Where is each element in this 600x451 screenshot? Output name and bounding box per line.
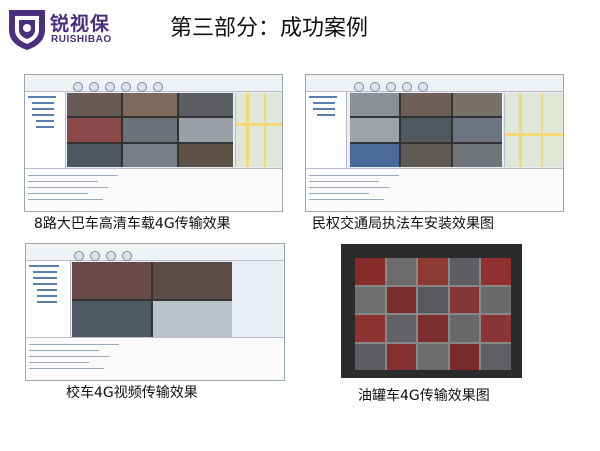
case-screenshot-school-bus — [25, 243, 285, 381]
logo-chinese-name: 锐视保 — [50, 13, 111, 35]
case-caption-school-bus: 校车4G视频传输效果 — [66, 385, 198, 401]
toolbar-button — [370, 82, 380, 92]
map-panel — [504, 93, 563, 167]
map-panel — [235, 93, 282, 167]
case-caption-law-enforcement: 民权交通局执法车安装效果图 — [312, 216, 494, 232]
app-toolbar — [306, 81, 563, 92]
toolbar-button — [106, 251, 116, 261]
app-toolbar — [25, 81, 282, 92]
brand-logo: 锐视保 RUISHIBAO — [6, 6, 146, 52]
video-wall-grid — [355, 258, 511, 370]
toolbar-button — [137, 82, 147, 92]
case-photo-tanker-video-wall — [341, 244, 522, 378]
info-panel — [25, 168, 282, 211]
device-tree — [26, 261, 71, 338]
toolbar-button — [90, 251, 100, 261]
video-grid — [72, 262, 232, 338]
slide-title: 第三部分：成功案例 — [170, 16, 369, 41]
toolbar-button — [73, 82, 83, 92]
toolbar-button — [74, 251, 84, 261]
logo-english-name: RUISHIBAO — [51, 34, 112, 45]
toolbar-button — [386, 82, 396, 92]
case-caption-tanker: 油罐车4G传输效果图 — [358, 388, 490, 404]
info-panel — [26, 337, 284, 380]
case-screenshot-bus — [24, 74, 283, 212]
info-panel — [306, 168, 563, 211]
case-screenshot-law-enforcement — [305, 74, 564, 212]
device-tree — [306, 92, 347, 169]
toolbar-button — [418, 82, 428, 92]
toolbar-button — [122, 251, 132, 261]
toolbar-button — [105, 82, 115, 92]
toolbar-button — [89, 82, 99, 92]
video-grid — [350, 93, 502, 167]
shield-logo-icon — [9, 10, 45, 50]
toolbar-button — [354, 82, 364, 92]
toolbar-button — [121, 82, 131, 92]
video-grid — [67, 93, 233, 167]
app-toolbar — [26, 250, 284, 261]
case-caption-bus: 8路大巴车高清车载4G传输效果 — [34, 216, 231, 232]
toolbar-button — [153, 82, 163, 92]
toolbar-button — [402, 82, 412, 92]
device-tree — [25, 92, 66, 169]
